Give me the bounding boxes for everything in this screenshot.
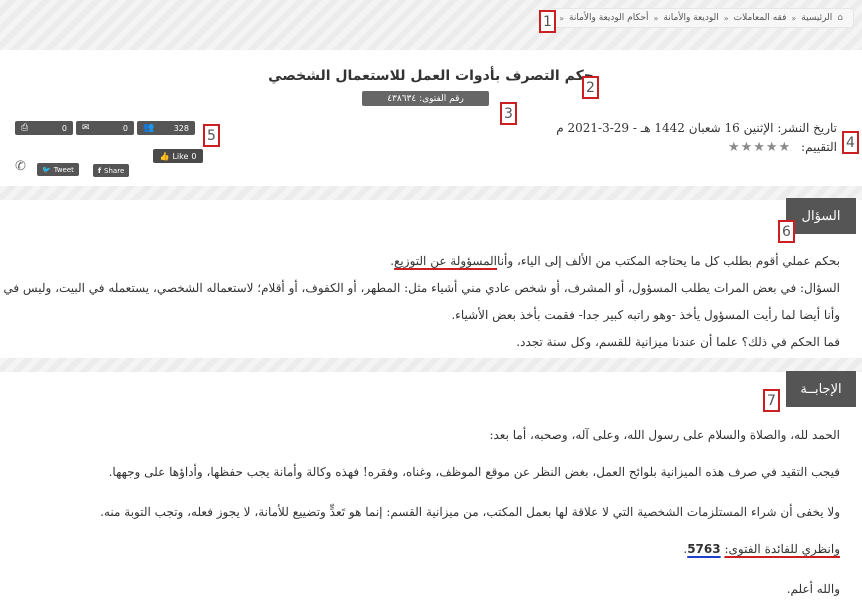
- thumbs-up-icon: 👍: [159, 151, 170, 161]
- email-button[interactable]: ✉ 0: [76, 121, 134, 135]
- chevron-left-icon: «: [559, 13, 564, 23]
- answer-line-3: ولا يخفى أن شراء المستلزمات الشخصية التي…: [100, 505, 840, 519]
- facebook-icon: f: [98, 166, 102, 175]
- share-label: Share: [104, 166, 125, 175]
- related-fatwa-link[interactable]: 5763: [687, 542, 720, 556]
- answer-heading: الإجابــة: [786, 371, 856, 407]
- question-line-2: السؤال: في بعض المرات يطلب المسؤول، أو ا…: [0, 281, 840, 295]
- publish-date: تاريخ النشر: الإثنين 16 شعبان 1442 هـ - …: [556, 121, 837, 135]
- email-count: 0: [122, 123, 128, 133]
- rating-label: التقييم:: [801, 140, 837, 154]
- users-icon: 👥: [143, 123, 155, 133]
- chevron-left-icon: «: [791, 13, 797, 23]
- answer-line-4: وانظري للفائدة الفتوى: 5763.: [683, 542, 840, 556]
- print-button[interactable]: ⎙ 0: [15, 121, 73, 135]
- breadcrumb-deposit[interactable]: الوديعة والأمانة: [663, 13, 718, 23]
- print-count: 0: [61, 123, 67, 133]
- share-toolbar: ⎙ 0 ✉ 0 👥 328: [15, 121, 195, 135]
- fatwa-number-badge: رقم الفتوى: ٤٣٨٦٣٤: [362, 91, 489, 106]
- question-line-4: فما الحكم في ذلك؟ علما أن عندنا ميزانية …: [516, 335, 840, 349]
- views-counter: 👥 328: [137, 121, 195, 135]
- annotation-badge-2: 2: [582, 76, 599, 99]
- breadcrumb-deposit-rules[interactable]: أحكام الوديعة والأمانة: [569, 13, 649, 23]
- rating: التقييم: ★★★★★: [728, 140, 837, 155]
- section-divider: [0, 358, 862, 372]
- home-icon[interactable]: ⌂: [837, 13, 843, 23]
- like-label: Like: [172, 151, 189, 161]
- print-icon: ⎙: [21, 123, 29, 133]
- rating-stars[interactable]: ★★★★★: [728, 140, 791, 155]
- like-count: 0: [191, 151, 197, 161]
- breadcrumb-transactions[interactable]: فقه المعاملات: [734, 13, 787, 23]
- twitter-icon: 🐦: [42, 165, 51, 174]
- annotation-badge-5: 5: [203, 124, 220, 147]
- tweet-button[interactable]: 🐦 Tweet: [37, 163, 79, 176]
- annotation-badge-4: 4: [842, 131, 859, 154]
- chevron-left-icon: «: [653, 13, 659, 23]
- answer-closing: والله أعلم.: [786, 582, 840, 596]
- question-line-3: وأنا أيضا لما رأيت المسؤول يأخذ -وهو رات…: [451, 308, 840, 322]
- answer-line-2: فيجب التقيد في صرف هذه الميزانية بلوائح …: [108, 465, 840, 479]
- mail-icon: ✉: [82, 123, 90, 133]
- breadcrumb: ⌂ الرئيسية « فقه المعاملات « الوديعة وال…: [548, 8, 854, 28]
- views-count: 328: [173, 123, 189, 133]
- whatsapp-icon[interactable]: ✆: [15, 159, 26, 174]
- question-heading: السؤال: [786, 198, 856, 234]
- see-also-label: وانظري للفائدة الفتوى:: [724, 542, 840, 556]
- section-divider: [0, 186, 862, 200]
- annotation-badge-6: 6: [778, 220, 795, 243]
- chevron-left-icon: «: [723, 13, 729, 23]
- tweet-label: Tweet: [53, 165, 74, 174]
- question-line-1: بحكم عملي أقوم بطلب كل ما يحتاجه المكتب …: [390, 254, 840, 268]
- annotation-badge-7: 7: [763, 389, 780, 412]
- page-title: حكم التصرف بأدوات العمل للاستعمال الشخصي: [268, 68, 594, 84]
- facebook-share-button[interactable]: f Share: [93, 164, 130, 177]
- highlight-responsible: المسؤولة عن التوزيع: [394, 254, 498, 268]
- breadcrumb-home[interactable]: الرئيسية: [801, 13, 832, 23]
- annotation-badge-1: 1: [539, 10, 556, 33]
- answer-line-1: الحمد لله، والصلاة والسلام على رسول الله…: [489, 428, 840, 442]
- annotation-badge-3: 3: [500, 102, 517, 125]
- facebook-like-button[interactable]: 👍 Like 0: [153, 149, 203, 163]
